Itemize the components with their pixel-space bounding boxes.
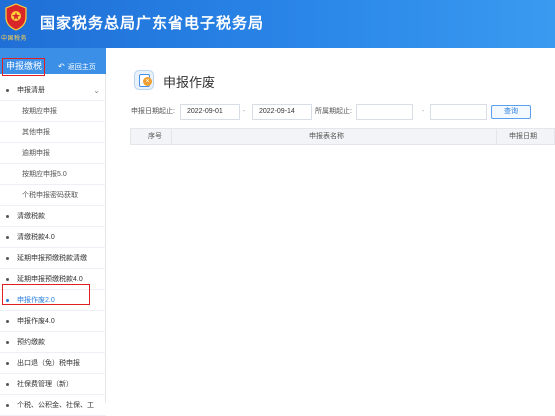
sidebar-item-scheduled-payment[interactable]: 预约缴款 [0,332,106,353]
bullet-icon [6,320,9,323]
top-banner: 中国税务 国家税务总局广东省电子税务局 [0,0,555,48]
period-range-label: 所属期起止: [315,108,352,115]
column-divider [171,129,172,144]
back-home-button[interactable]: ↶ 返回主页 [58,62,96,72]
sidebar-item-label: 社保费管理（新） [17,381,73,388]
page-title: 申报作废 [163,75,216,90]
sidebar-item-label: 个税申报密码获取 [22,192,78,199]
site-title: 国家税务总局广东省电子税务局 [40,15,265,32]
sidebar-item-label: 清缴税款 [17,213,45,220]
bullet-icon [6,362,9,365]
date-range-label: 申报日期起止: [131,108,175,115]
tax-emblem-icon [5,3,27,31]
sidebar-item-label: 出口退（免）税申报 [17,360,80,367]
period-range-separator: - [422,108,425,115]
chevron-down-icon[interactable]: ⌄ [93,80,100,100]
bullet-icon [6,278,9,281]
active-item-highlight-box [2,284,90,305]
sidebar-item-label: 其他申报 [22,129,50,136]
sidebar-item-social-insurance[interactable]: 社保费管理（新） [0,374,106,395]
sidebar-item-export-refund[interactable]: 出口退（免）税申报 [0,353,106,374]
sidebar-item-pit-fund[interactable]: 个税、公积金、社保、工 [0,395,106,416]
sidebar-header: 申报缴税 ↶ 返回主页 [0,48,106,76]
column-header-form-name: 申报表名称 [309,133,344,140]
back-arrow-icon: ↶ [58,62,65,71]
sidebar-section-title[interactable]: 申报缴税 [2,58,45,76]
sidebar-subitem-other[interactable]: 其他申报 [0,122,106,143]
bullet-icon [6,383,9,386]
sidebar-item-label: 按期应申报5.0 [22,171,67,178]
sidebar-item-label: 按期应申报 [22,108,57,115]
table-header: 序号 申报表名称 申报日期 [130,128,555,145]
sidebar-item-label: 逾期申报 [22,150,50,157]
main-content: × 申报作废 申报日期起止: 2022-09-01 - 2022-09-14 所… [106,48,555,403]
emblem-caption: 中国税务 [1,35,28,42]
sidebar-subitem-periodic[interactable]: 按期应申报 [0,101,106,122]
sidebar-item-void-declaration-4[interactable]: 申报作废4.0 [0,311,106,332]
bullet-icon [6,215,9,218]
sidebar-subitem-pit-password[interactable]: 个税申报密码获取 [0,185,106,206]
sidebar-item-clear-tax-4[interactable]: 清缴税款4.0 [0,227,106,248]
bullet-icon [6,89,9,92]
sidebar-item-label: 延期申报预缴税款清缴 [17,255,87,262]
sidebar-item-label: 个税、公积金、社保、工 [17,402,94,409]
sidebar-item-label: 申报作废4.0 [17,318,55,325]
period-to-input[interactable] [430,104,487,120]
column-header-date: 申报日期 [509,133,537,140]
sidebar-item-label: 申报清册 [17,87,45,94]
bullet-icon [6,404,9,407]
sidebar-item-deferred-prepaid[interactable]: 延期申报预缴税款清缴 [0,248,106,269]
bullet-icon [6,341,9,344]
sidebar-subitem-overdue[interactable]: 逾期申报 [0,143,106,164]
column-header-index: 序号 [148,133,162,140]
sidebar-menu: 申报清册 ⌄ 按期应申报 其他申报 逾期申报 按期应申报5.0 个税申报密码获取 … [0,80,106,416]
back-home-label: 返回主页 [67,64,96,71]
bullet-icon [6,236,9,239]
date-from-input[interactable]: 2022-09-01 [180,104,240,120]
close-badge-icon: × [143,77,152,86]
date-range-separator: - [243,108,246,115]
sidebar-item-clear-tax[interactable]: 清缴税款 [0,206,106,227]
bullet-icon [6,257,9,260]
query-button[interactable]: 查询 [491,105,531,119]
sidebar-item-label: 预约缴款 [17,339,45,346]
void-document-icon: × [134,70,154,90]
sidebar-item-declaration-list[interactable]: 申报清册 ⌄ [0,80,106,101]
period-from-input[interactable] [356,104,413,120]
sidebar: 申报缴税 ↶ 返回主页 申报清册 ⌄ 按期应申报 其他申报 逾期申报 按期应申报5.… [0,48,106,416]
sidebar-item-label: 清缴税款4.0 [17,234,55,241]
date-to-input[interactable]: 2022-09-14 [252,104,312,120]
column-divider [496,129,497,144]
sidebar-subitem-periodic-5[interactable]: 按期应申报5.0 [0,164,106,185]
